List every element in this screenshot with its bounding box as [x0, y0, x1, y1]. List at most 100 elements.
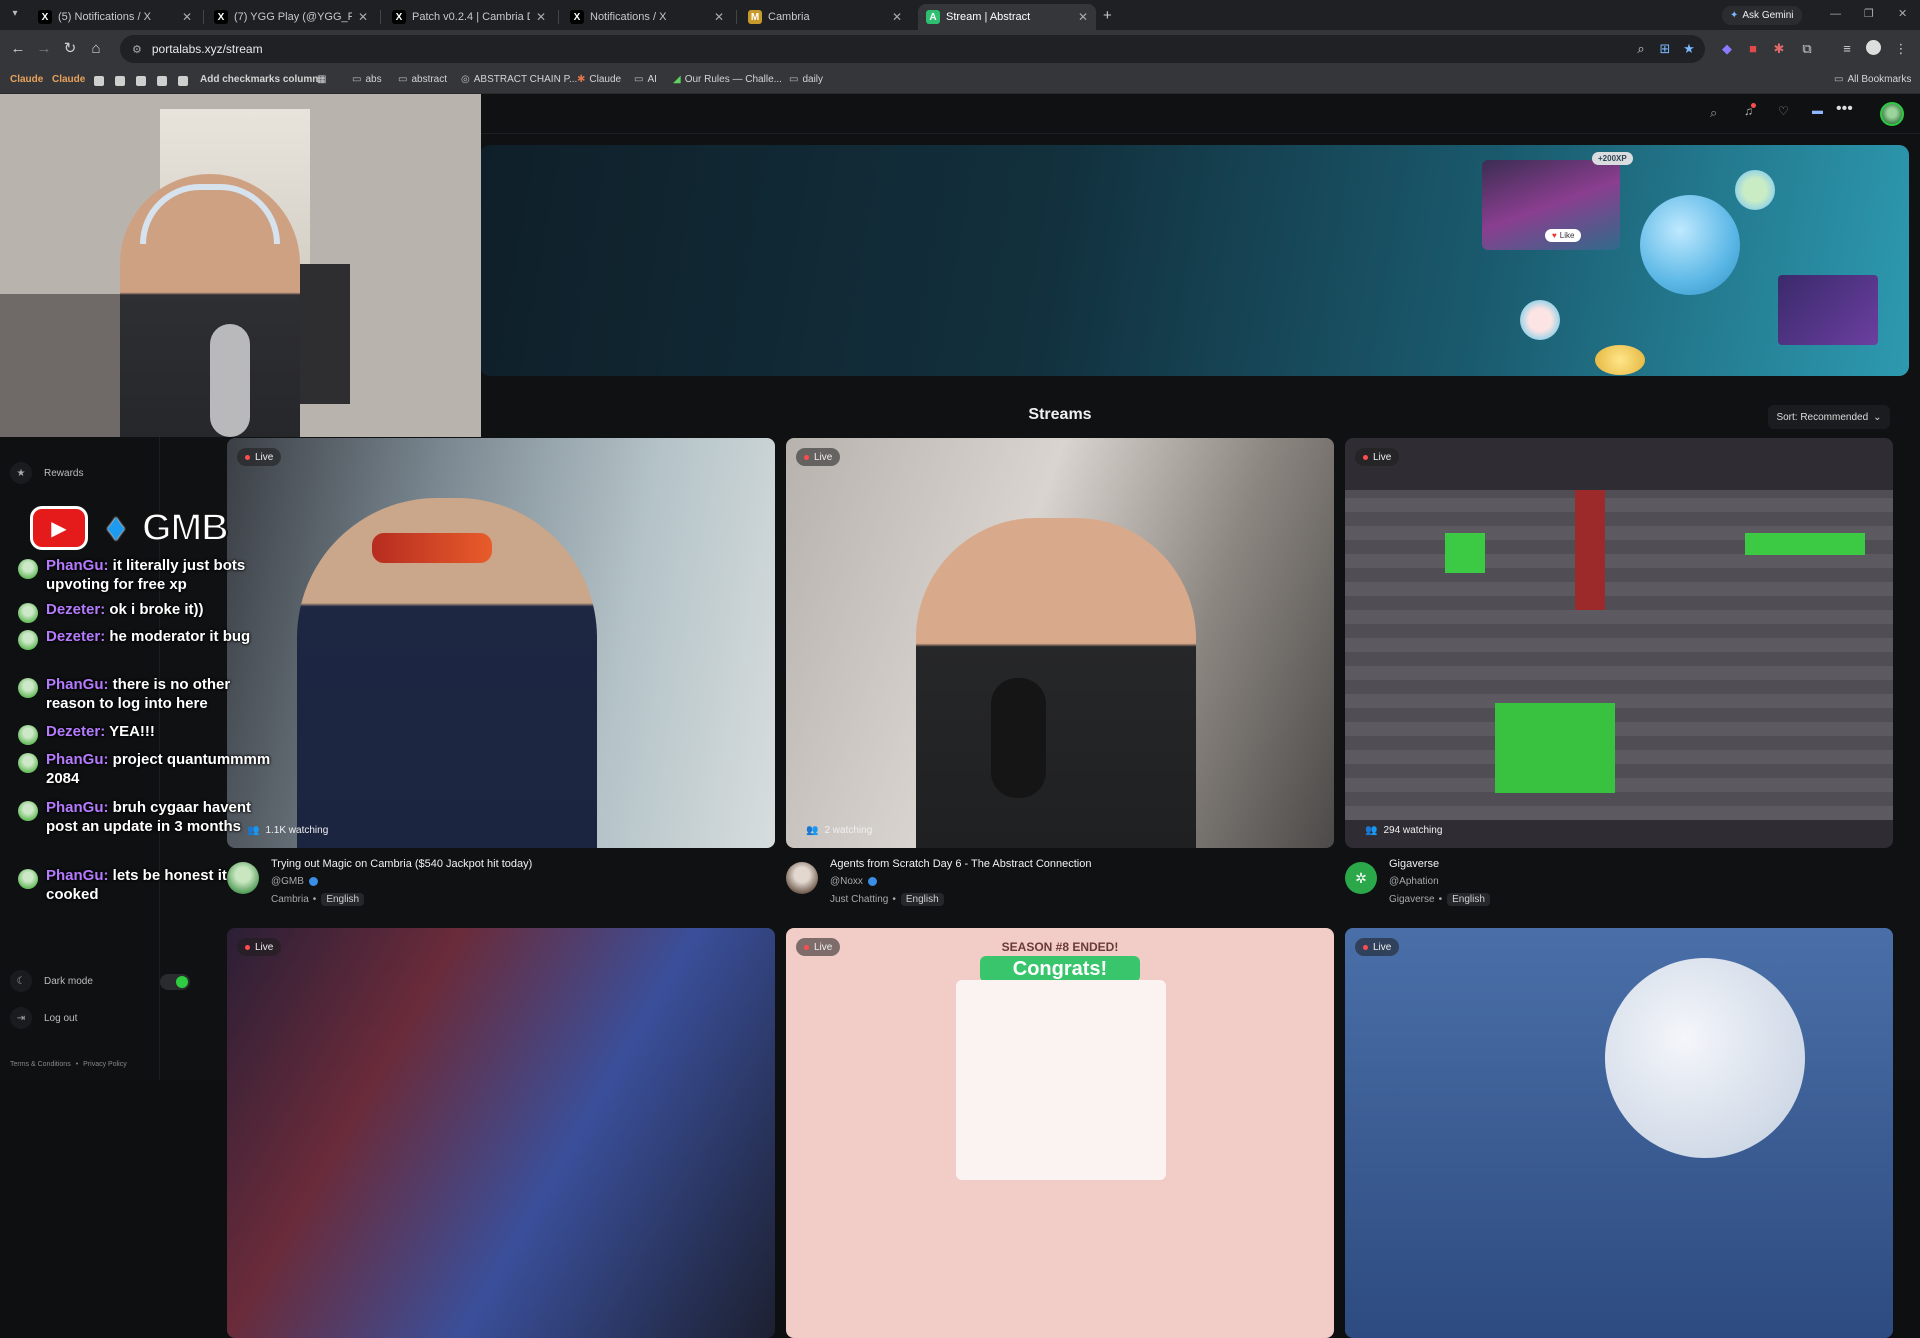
sidebar-item-log-out[interactable]: ⇥ Log out — [10, 1007, 77, 1029]
extension-icon[interactable]: ◆ — [1718, 40, 1736, 58]
browser-tab[interactable]: M Cambria ✕ — [740, 4, 910, 30]
bookmark-item[interactable]: ◎ ABSTRACT CHAIN P... — [461, 74, 577, 85]
avatar-bubble-icon — [1520, 300, 1560, 340]
bookmark-favicon-icon[interactable] — [136, 76, 146, 86]
moon-shape — [1605, 958, 1805, 1158]
bookmark-star-icon[interactable]: ★ — [1680, 40, 1698, 58]
language-tag[interactable]: English — [1447, 893, 1490, 906]
stream-thumbnail[interactable]: Live — [1345, 928, 1893, 1338]
close-window-icon[interactable]: ✕ — [1898, 7, 1907, 20]
terms-link[interactable]: Terms & Conditions — [10, 1061, 71, 1068]
bookmark-folder[interactable]: ▭ AI — [634, 74, 657, 85]
bookmark-folder[interactable]: ▭ abs — [352, 74, 382, 85]
folder-icon: ▭ — [398, 74, 408, 85]
close-tab-icon[interactable]: ✕ — [358, 10, 368, 24]
browser-tab[interactable]: X (7) YGG Play (@YGG_Play) / X ✕ — [206, 4, 376, 30]
live-badge: Live — [1355, 448, 1400, 466]
media-controls-icon[interactable]: ≡ — [1838, 40, 1856, 58]
streamer-handle[interactable]: @GMB — [271, 876, 318, 887]
browser-tab-active[interactable]: A Stream | Abstract ✕ — [918, 4, 1096, 30]
sidebar-item-dark-mode[interactable]: ☾ Dark mode — [10, 970, 93, 992]
dark-mode-toggle[interactable] — [160, 974, 190, 990]
reload-icon[interactable]: ↻ — [60, 39, 80, 59]
stream-thumbnail[interactable]: SEASON #8 ENDED! Congrats! Live — [786, 928, 1334, 1338]
close-tab-icon[interactable]: ✕ — [892, 10, 902, 24]
streamer-avatar[interactable]: ✲ — [1345, 862, 1377, 894]
stream-tags: Gigaverse • English — [1389, 893, 1490, 906]
browser-tab[interactable]: X Notifications / X ✕ — [562, 4, 732, 30]
browser-menu-icon[interactable]: ⋮ — [1892, 40, 1910, 58]
browser-tab[interactable]: X (5) Notifications / X ✕ — [30, 4, 200, 30]
bookmark-folder[interactable]: ▭ abstract — [398, 74, 447, 85]
browser-tab[interactable]: X Patch v0.2.4 | Cambria Docs ✕ — [384, 4, 554, 30]
promo-banner[interactable]: +200XP ♥ Like — [480, 145, 1909, 376]
bookmark-item[interactable]: Claude — [52, 74, 85, 85]
category-tag[interactable]: Gigaverse — [1389, 894, 1435, 905]
language-tag[interactable]: English — [321, 893, 365, 906]
moon-icon: ☾ — [10, 970, 32, 992]
streamer-handle[interactable]: @Noxx — [830, 876, 877, 887]
extension-icon[interactable]: ■ — [1744, 40, 1762, 58]
bookmark-favicon-icon[interactable] — [115, 76, 125, 86]
apps-grid-icon[interactable]: ▦ — [317, 74, 326, 85]
close-tab-icon[interactable]: ✕ — [714, 10, 724, 24]
stream-title[interactable]: Agents from Scratch Day 6 - The Abstract… — [830, 858, 1091, 870]
language-tag[interactable]: English — [900, 893, 944, 906]
live-badge: Live — [796, 938, 841, 956]
stream-title[interactable]: Trying out Magic on Cambria ($540 Jackpo… — [271, 858, 532, 870]
more-options-icon[interactable]: ••• — [1836, 100, 1853, 118]
notification-icon[interactable]: ♫ — [1744, 103, 1756, 118]
chat-badge-icon — [18, 869, 38, 889]
restore-icon[interactable]: ❐ — [1864, 7, 1874, 20]
bookmark-item[interactable]: ◢ Our Rules — Challe... — [673, 74, 782, 85]
stream-thumbnail[interactable]: Live 👥 1.1K watching — [227, 438, 775, 848]
minimize-icon[interactable]: — — [1830, 8, 1841, 20]
viewers-icon: 👥 — [806, 825, 819, 836]
wallet-icon[interactable]: ▬ — [1812, 105, 1823, 117]
heart-icon[interactable]: ♡ — [1778, 104, 1789, 118]
privacy-link[interactable]: Privacy Policy — [83, 1061, 127, 1068]
x-logo-icon: X — [38, 10, 52, 24]
stream-thumbnail[interactable]: Live — [227, 928, 775, 1338]
zoom-icon[interactable]: ⌕ — [1632, 40, 1650, 58]
folder-icon: ▭ — [634, 74, 644, 85]
profile-avatar-icon[interactable] — [1864, 40, 1882, 58]
new-tab-icon[interactable]: + — [1103, 7, 1112, 24]
chat-badge-icon — [18, 725, 38, 745]
home-icon[interactable]: ⌂ — [86, 39, 106, 59]
folder-icon: ▭ — [789, 74, 799, 85]
bookmark-item[interactable]: ✱ Claude — [577, 74, 621, 85]
category-tag[interactable]: Cambria — [271, 894, 309, 905]
bookmark-item[interactable]: Claude — [10, 74, 43, 85]
forward-icon[interactable]: → — [34, 39, 54, 59]
all-bookmarks-folder[interactable]: ▭ All Bookmarks — [1834, 74, 1911, 85]
extensions-puzzle-icon[interactable]: ⧉ — [1798, 40, 1816, 58]
extension-icon[interactable]: ✱ — [1770, 40, 1788, 58]
bookmark-favicon-icon[interactable] — [178, 76, 188, 86]
bookmark-folder[interactable]: ▭ daily — [789, 74, 823, 85]
sidebar-item-rewards[interactable]: ★ Rewards — [10, 462, 83, 484]
category-tag[interactable]: Just Chatting — [830, 894, 888, 905]
search-icon[interactable]: ⌕ — [1710, 105, 1717, 121]
streamer-avatar[interactable] — [786, 862, 818, 894]
back-icon[interactable]: ← — [8, 39, 28, 59]
stream-thumbnail[interactable]: Live 👥 2 watching — [786, 438, 1334, 848]
streamer-handle[interactable]: @Aphation — [1389, 876, 1439, 887]
stream-thumbnail[interactable]: Live 👥 294 watching — [1345, 438, 1893, 848]
sort-dropdown[interactable]: Sort: Recommended ⌄ — [1768, 405, 1890, 429]
game-grass-area — [1495, 703, 1615, 793]
bookmark-favicon-icon[interactable] — [157, 76, 167, 86]
close-tab-icon[interactable]: ✕ — [182, 10, 192, 24]
tab-search-icon[interactable]: ▾ — [8, 8, 22, 22]
gmb-logo: GMB — [141, 506, 230, 550]
bookmark-favicon-icon[interactable] — [94, 76, 104, 86]
bookmark-item[interactable]: Add checkmarks column — [200, 74, 318, 85]
translate-icon[interactable]: ⊞ — [1656, 40, 1674, 58]
stream-title[interactable]: Gigaverse — [1389, 858, 1439, 870]
address-bar[interactable]: ⚙ portalabs.xyz/stream — [120, 35, 1705, 63]
user-avatar[interactable] — [1880, 102, 1904, 126]
site-info-icon[interactable]: ⚙ — [132, 43, 142, 56]
close-tab-icon[interactable]: ✕ — [536, 10, 546, 24]
close-tab-icon[interactable]: ✕ — [1078, 10, 1088, 24]
ask-gemini-button[interactable]: ✦ Ask Gemini — [1722, 6, 1802, 25]
